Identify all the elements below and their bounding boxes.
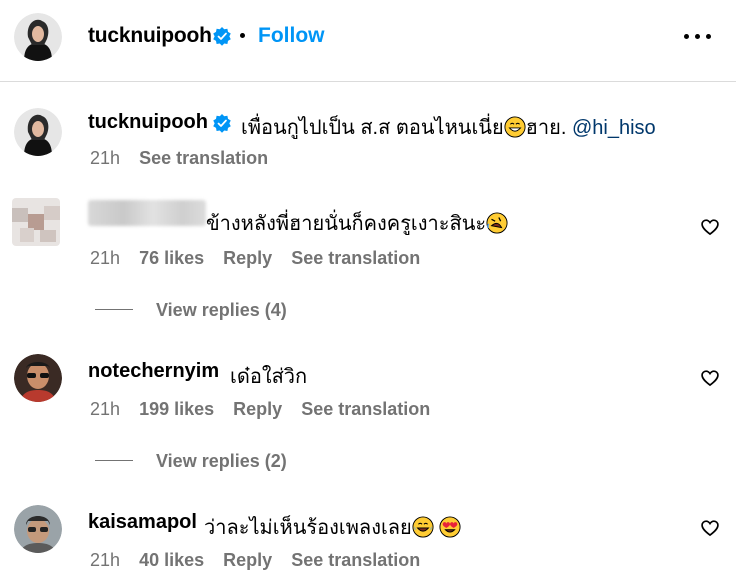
more-options-icon[interactable] xyxy=(684,34,712,40)
comment-username[interactable]: kaisamapol xyxy=(88,511,197,534)
see-translation-button[interactable]: See translation xyxy=(291,248,420,268)
caption-avatar-image xyxy=(14,108,62,156)
heart-outline-icon[interactable] xyxy=(700,518,720,538)
caption-see-translation[interactable]: See translation xyxy=(139,148,268,168)
comment-likes[interactable]: 76 likes xyxy=(139,248,204,268)
comment-username[interactable]: notechernyim xyxy=(88,360,219,383)
blurred-avatar-image xyxy=(12,198,60,246)
comment-avatar[interactable] xyxy=(14,505,62,553)
author-avatar[interactable] xyxy=(14,13,62,61)
comment-meta: 21h 40 likes Reply See translation xyxy=(90,550,434,571)
caption-time: 21h xyxy=(90,148,121,168)
verified-badge-icon xyxy=(213,27,231,46)
notechernyim-avatar-image xyxy=(14,354,62,402)
caption-text: เพื่อนกูไปเป็น ส.ส ตอนไหนเนี่ย ฮาย. @hi_h… xyxy=(241,111,656,143)
comment-meta: 21h 76 likes Reply See translation xyxy=(90,248,434,269)
comment-username-blurred[interactable] xyxy=(88,200,206,226)
replies-divider xyxy=(95,460,133,461)
caption-avatar[interactable] xyxy=(14,108,62,156)
tears-of-joy-emoji-icon xyxy=(412,516,434,538)
rofl-emoji-icon xyxy=(486,212,508,234)
caption-text-tail: ฮาย. xyxy=(525,117,567,139)
comment-text: ข้างหลังพี่ฮายนั่นก็คงครูเงาะสินะ xyxy=(206,207,508,239)
heart-outline-icon[interactable] xyxy=(700,217,720,237)
comment-text-main: ว่าละไม่เห็นร้องเพลงเลย xyxy=(204,517,412,539)
verified-badge-icon xyxy=(213,114,231,133)
comment-avatar-blurred[interactable] xyxy=(12,198,60,246)
caption-text-main: เพื่อนกูไปเป็น ส.ส ตอนไหนเนี่ย xyxy=(241,117,504,139)
caption-meta: 21h See translation xyxy=(90,148,282,169)
comment-avatar[interactable] xyxy=(14,354,62,402)
comment-likes[interactable]: 40 likes xyxy=(139,550,204,570)
grinning-emoji-icon xyxy=(504,116,526,138)
replies-divider xyxy=(95,309,133,310)
see-translation-button[interactable]: See translation xyxy=(291,550,420,570)
view-replies-button[interactable]: View replies (2) xyxy=(156,451,287,472)
kaisamapol-avatar-image xyxy=(14,505,62,553)
comment-text: เด๋อใส่วิก xyxy=(230,366,308,388)
comment-text-main: ข้างหลังพี่ฮายนั่นก็คงครูเงาะสินะ xyxy=(206,213,487,235)
follow-button[interactable]: Follow xyxy=(258,24,325,48)
heart-eyes-emoji-icon xyxy=(439,516,461,538)
comment-time: 21h xyxy=(90,550,121,570)
see-translation-button[interactable]: See translation xyxy=(301,399,430,419)
separator-dot xyxy=(240,33,245,38)
comment-text: ว่าละไม่เห็นร้องเพลงเลย xyxy=(204,511,461,543)
comment-meta: 21h 199 likes Reply See translation xyxy=(90,399,444,420)
heart-outline-icon[interactable] xyxy=(700,368,720,388)
author-avatar-image xyxy=(14,13,62,61)
caption-username[interactable]: tucknuipooh xyxy=(88,111,208,134)
comment-time: 21h xyxy=(90,399,121,419)
comment-likes[interactable]: 199 likes xyxy=(139,399,214,419)
view-replies-button[interactable]: View replies (4) xyxy=(156,300,287,321)
reply-button[interactable]: Reply xyxy=(223,550,272,570)
comment-time: 21h xyxy=(90,248,121,268)
reply-button[interactable]: Reply xyxy=(223,248,272,268)
post-header: tucknuipooh Follow xyxy=(0,0,736,82)
instagram-post-comments: tucknuipooh Follow tucknuipooh เพื่อนกูไ… xyxy=(0,0,736,582)
reply-button[interactable]: Reply xyxy=(233,399,282,419)
header-username[interactable]: tucknuipooh xyxy=(88,24,212,48)
caption-mention-link[interactable]: @hi_hiso xyxy=(572,117,656,139)
